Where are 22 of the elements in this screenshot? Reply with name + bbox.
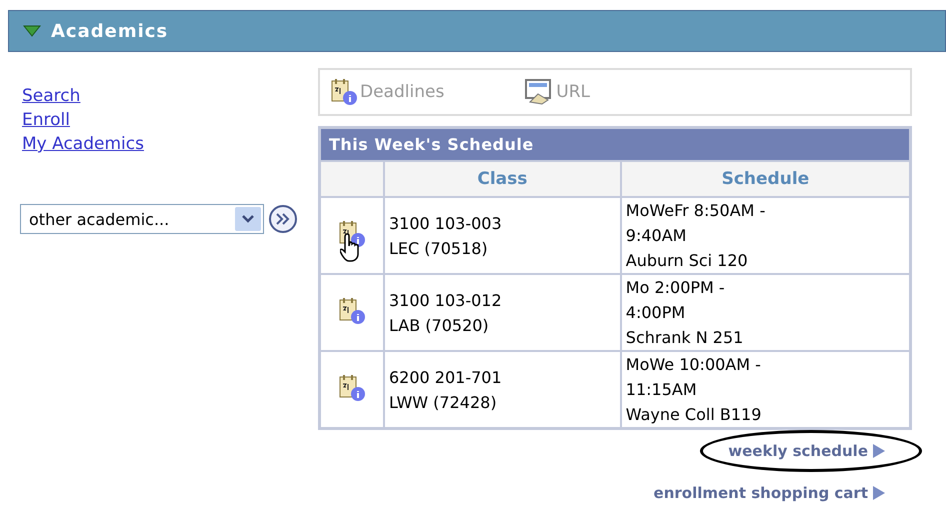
arrow-icon: [872, 443, 886, 459]
table-cell: 3100 103-012 LAB (70520): [384, 274, 621, 351]
nav-link[interactable]: Enroll: [22, 108, 70, 132]
dropdown-caret-icon: [235, 207, 261, 231]
footer-link[interactable]: weekly schedule: [728, 442, 886, 460]
calendar-info-icon: [338, 374, 366, 402]
academics-dropdown[interactable]: other academic...: [20, 204, 264, 234]
nav-link[interactable]: My Academics: [22, 132, 144, 156]
table-cell: 3100 103-003 LEC (70518): [384, 197, 621, 274]
toolbar-link[interactable]: Deadlines: [330, 78, 444, 106]
section-title: Academics: [51, 20, 168, 42]
footer-link[interactable]: enrollment shopping cart: [654, 484, 886, 502]
column-header: Schedule: [620, 161, 910, 197]
nav-link[interactable]: Search: [22, 84, 80, 108]
section-header[interactable]: Academics: [8, 10, 946, 52]
go-button[interactable]: [268, 204, 298, 234]
arrow-icon: [872, 485, 886, 501]
calendar-info-icon: [338, 296, 366, 324]
column-header: Class: [384, 161, 621, 197]
table-title: This Week's Schedule: [320, 128, 910, 161]
toolbar-link[interactable]: URL: [524, 78, 590, 106]
calendar-info-icon: [330, 78, 358, 106]
